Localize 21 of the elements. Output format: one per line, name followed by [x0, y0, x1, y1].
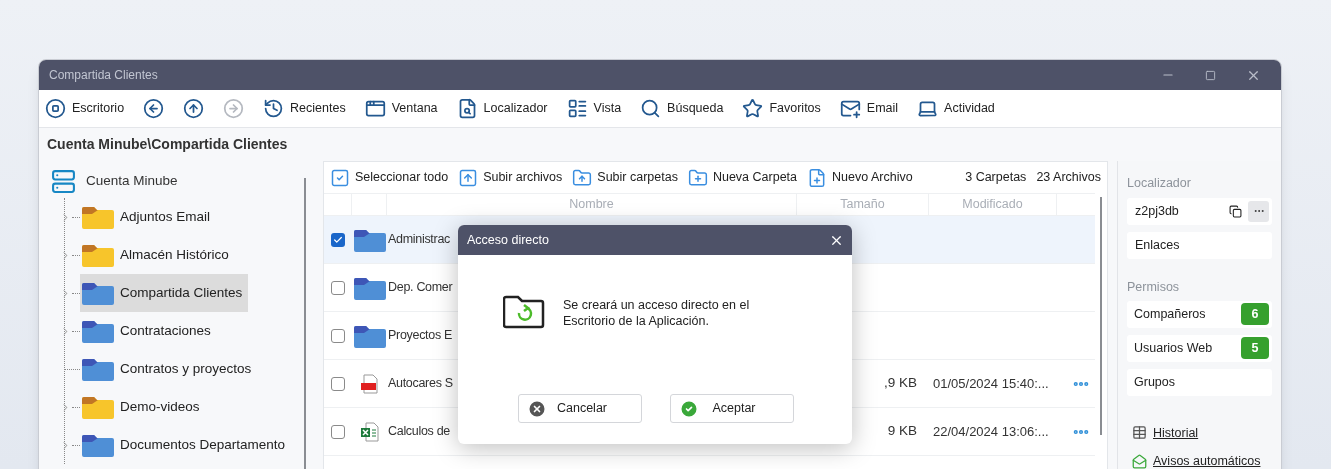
dialog-title: Acceso directo	[467, 231, 549, 249]
file-size: ,9 KB	[883, 374, 917, 393]
tree-root-label: Cuenta Minube	[86, 171, 178, 190]
permissions-label: Permisos	[1127, 278, 1181, 296]
file-name: Autocares S	[388, 376, 453, 391]
count-badge: 5	[1241, 337, 1269, 359]
count-badge: 6	[1241, 303, 1269, 325]
file-modified: 22/04/2024 13:06:...	[933, 423, 1049, 439]
file-name: Calculos de	[388, 424, 450, 439]
folder-count: 3 Carpetas	[965, 169, 1027, 187]
dialog-message: Se creará un acceso directo en el Escritorio de la Aplicación.	[563, 297, 751, 329]
file-name: Dep. Comer	[388, 280, 453, 295]
window-title: Compartida Clientes	[49, 67, 158, 84]
file-name: Administrac	[388, 232, 450, 247]
locator-label: Localizador	[1127, 175, 1192, 192]
file-size: 9 KB	[887, 422, 917, 441]
file-modified: 01/05/2024 15:40:...	[933, 375, 1049, 391]
locator-value: z2pj3db	[1135, 202, 1180, 220]
breadcrumb-path: Cuenta Minube\Compartida Clientes	[47, 135, 288, 154]
file-count: 23 Archivos	[1036, 169, 1101, 187]
file-name: Proyectos E	[388, 328, 453, 343]
